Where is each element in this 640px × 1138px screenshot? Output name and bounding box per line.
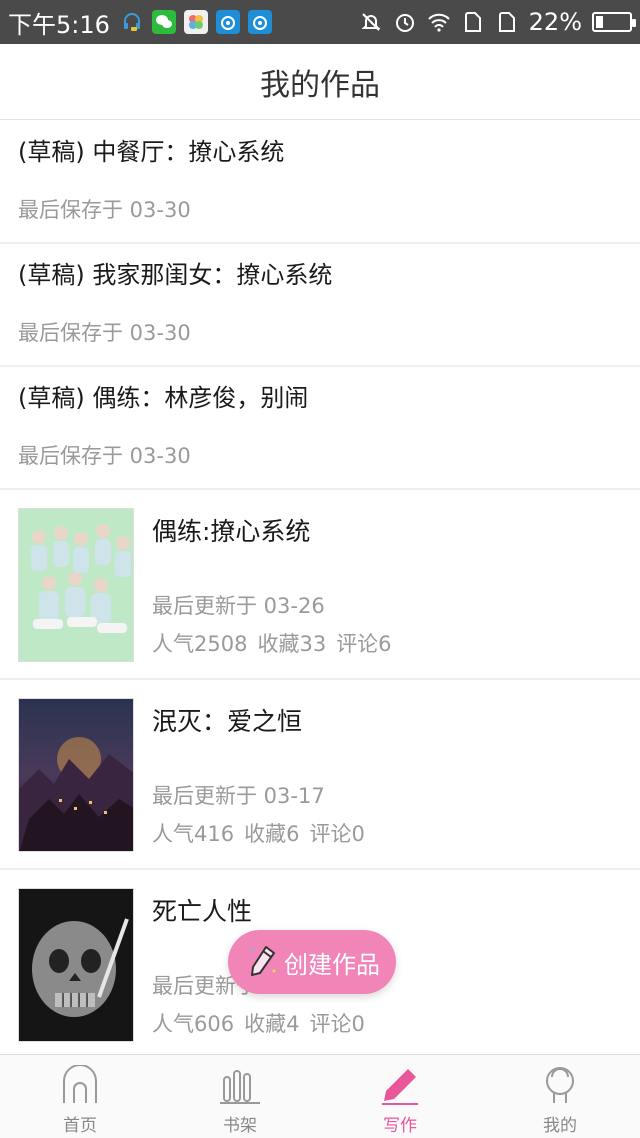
work-updated-time: 最后更新于 03-26 [152, 594, 325, 618]
draft-title: (草稿) 偶练：林彦俊，别闹 [18, 384, 309, 412]
draft-item[interactable]: (草稿) 我家那闺女：撩心系统 最后保存于 03-30 [0, 244, 640, 367]
create-work-button[interactable]: 创建作品 [228, 930, 396, 994]
work-cover-image [18, 508, 134, 662]
work-favorites: 收藏6 [244, 822, 300, 846]
work-item[interactable]: 偶练:撩心系统 最后更新于 03-26 人气2508 收藏33 评论6 [0, 490, 640, 680]
work-comments: 评论0 [309, 822, 365, 846]
work-stats: 人气2508 收藏33 评论6 [152, 628, 392, 658]
bottom-nav: 首页 书架 写作 我的 [0, 1054, 640, 1138]
work-title: 泯灭：爱之恒 [152, 707, 303, 736]
work-popularity: 人气416 [152, 822, 235, 846]
profile-icon [538, 1063, 582, 1107]
work-popularity: 人气606 [152, 1012, 235, 1036]
work-item[interactable]: 泯灭：爱之恒 最后更新于 03-17 人气416 收藏6 评论0 [0, 680, 640, 870]
work-comments: 评论0 [309, 1012, 365, 1036]
bookshelf-icon [218, 1063, 262, 1107]
draft-saved-time: 最后保存于 03-30 [18, 198, 191, 222]
draft-item[interactable]: (草稿) 偶练：林彦俊，别闹 最后保存于 03-30 [0, 367, 640, 490]
bell-off-icon [359, 10, 383, 34]
draft-title: (草稿) 中餐厅：撩心系统 [18, 138, 285, 166]
pencil-icon [378, 1063, 422, 1107]
sim1-icon [461, 10, 485, 34]
status-app-icons [120, 10, 272, 34]
status-system-icons: 22% [359, 8, 636, 36]
status-time: 下午5:16 [8, 10, 110, 39]
nav-label: 书架 [223, 1116, 257, 1136]
draft-saved-time: 最后保存于 03-30 [18, 321, 191, 345]
gallery-icon [183, 10, 208, 34]
work-popularity: 人气2508 [152, 632, 248, 656]
battery-percent: 22% [528, 8, 582, 36]
wifi-icon [427, 10, 451, 34]
work-cover-image [18, 698, 134, 852]
work-comments: 评论6 [336, 632, 392, 656]
battery-level [596, 16, 603, 28]
sim2-icon [495, 10, 519, 34]
work-stats: 人气416 收藏6 评论0 [152, 818, 365, 848]
nav-item-bookshelf[interactable]: 书架 [160, 1055, 320, 1138]
work-title: 死亡人性 [152, 897, 253, 926]
pencil-icon [248, 943, 278, 981]
nav-label: 我的 [543, 1116, 577, 1136]
nav-item-profile[interactable]: 我的 [480, 1055, 640, 1138]
work-cover-image [18, 888, 134, 1042]
weibo-icon [215, 10, 240, 34]
work-favorites: 收藏33 [257, 632, 327, 656]
battery-icon [592, 12, 636, 32]
page-title: 我的作品 [260, 67, 380, 103]
nav-item-write[interactable]: 写作 [320, 1055, 480, 1138]
nav-label: 首页 [63, 1116, 97, 1136]
work-updated-time: 最后更新于 03-17 [152, 784, 325, 808]
wechat-icon [151, 10, 176, 34]
nav-item-home[interactable]: 首页 [0, 1055, 160, 1138]
nav-label: 写作 [383, 1116, 417, 1136]
create-work-label: 创建作品 [284, 950, 380, 979]
draft-title: (草稿) 我家那闺女：撩心系统 [18, 261, 333, 289]
works-list: (草稿) 中餐厅：撩心系统 最后保存于 03-30 (草稿) 我家那闺女：撩心系… [0, 121, 640, 1060]
work-title: 偶练:撩心系统 [152, 517, 311, 546]
status-bar: 下午5:16 22% [0, 0, 640, 44]
headset-icon [120, 10, 144, 34]
weibo-icon [247, 10, 272, 34]
draft-item[interactable]: (草稿) 中餐厅：撩心系统 最后保存于 03-30 [0, 121, 640, 244]
draft-saved-time: 最后保存于 03-30 [18, 444, 191, 468]
work-favorites: 收藏4 [244, 1012, 300, 1036]
app-header: 我的作品 [0, 44, 640, 120]
home-icon [58, 1063, 102, 1107]
work-stats: 人气606 收藏4 评论0 [152, 1008, 365, 1038]
alarm-icon [393, 10, 417, 34]
